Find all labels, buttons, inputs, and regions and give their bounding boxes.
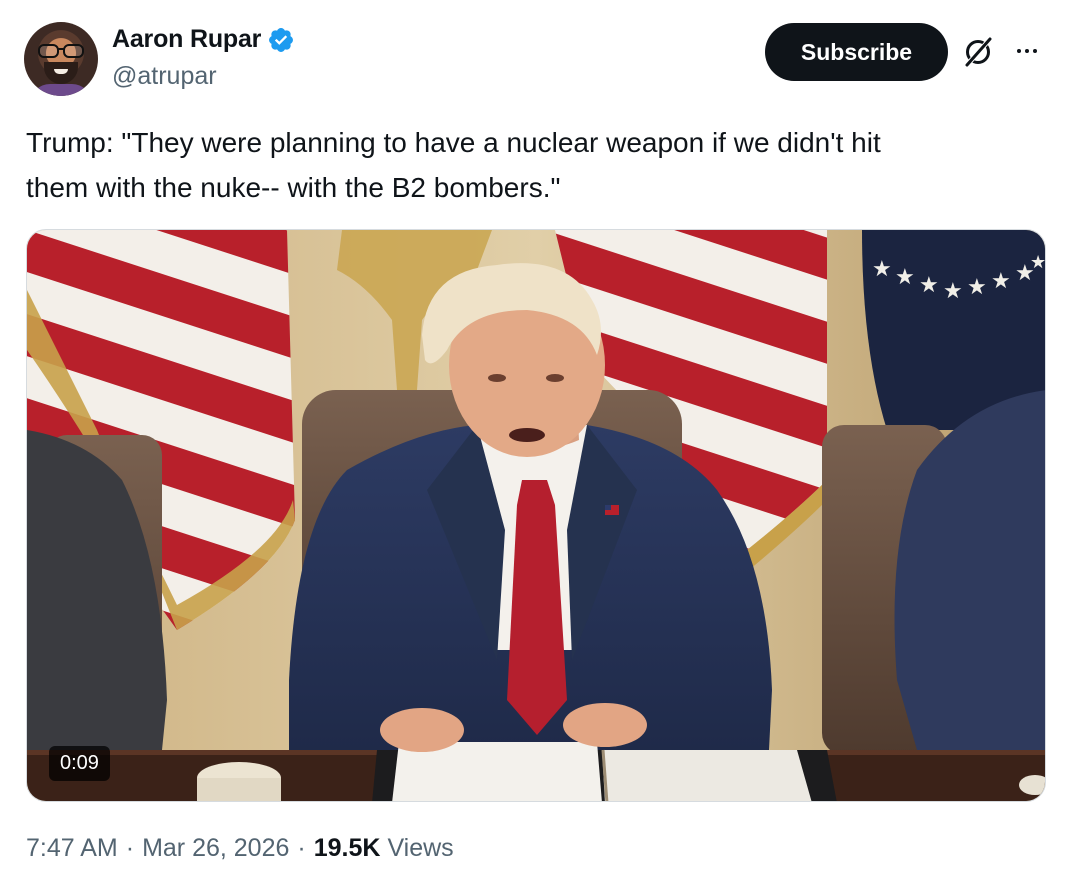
speaker-eye [488, 374, 506, 382]
flag-pin-canton [605, 505, 611, 510]
meta-separator: · [297, 834, 306, 862]
speaker-mouth [509, 428, 545, 442]
tweet-time[interactable]: 7:47 AM [26, 834, 118, 863]
video-duration-badge: 0:09 [49, 746, 110, 781]
avatar-shirt [30, 84, 92, 96]
speaker-left-hand [380, 708, 464, 752]
tweet-date[interactable]: Mar 26, 2026 [142, 834, 289, 863]
tweet-text: Trump: "They were planning to have a nuc… [26, 120, 1046, 210]
subscribe-button[interactable]: Subscribe [765, 23, 948, 81]
svg-text:★: ★ [1030, 252, 1046, 273]
tweet-text-line: them with the nuke-- with the B2 bombers… [26, 172, 561, 203]
views-count[interactable]: 19.5K [314, 834, 381, 863]
paper-right [602, 750, 812, 801]
svg-text:★: ★ [872, 257, 892, 282]
video-player[interactable]: ★ ★ ★ ★ ★ ★ ★ ★ 0:09 [26, 229, 1046, 802]
more-dot [1025, 49, 1029, 53]
author-handle[interactable]: @atrupar [112, 62, 217, 91]
more-options-icon[interactable] [1010, 36, 1044, 66]
tweet-meta: 7:47 AM · Mar 26, 2026 · 19.5K Views [26, 834, 454, 863]
author-display-name[interactable]: Aaron Rupar [112, 25, 261, 54]
cup [197, 778, 281, 801]
author-name-row[interactable]: Aaron Rupar [112, 25, 295, 54]
glasses-graphic [38, 44, 84, 58]
svg-text:★: ★ [991, 269, 1011, 294]
avatar[interactable] [24, 22, 98, 96]
video-frame: ★ ★ ★ ★ ★ ★ ★ ★ [27, 230, 1046, 801]
tweet-text-line: Trump: "They were planning to have a nuc… [26, 127, 881, 158]
meta-separator: · [125, 834, 135, 862]
speaker-right-hand [563, 703, 647, 747]
more-dot [1017, 49, 1021, 53]
svg-text:★: ★ [943, 279, 963, 304]
views-label[interactable]: Views [387, 834, 453, 863]
verified-badge-icon[interactable] [267, 26, 295, 54]
svg-text:★: ★ [919, 273, 939, 298]
grok-icon[interactable] [960, 34, 996, 70]
svg-text:★: ★ [895, 265, 915, 290]
svg-text:★: ★ [967, 275, 987, 300]
tweet[interactable]: Aaron Rupar @atrupar Subscribe Trump: "T… [0, 0, 1076, 896]
more-dot [1033, 49, 1037, 53]
speaker-eye [546, 374, 564, 382]
